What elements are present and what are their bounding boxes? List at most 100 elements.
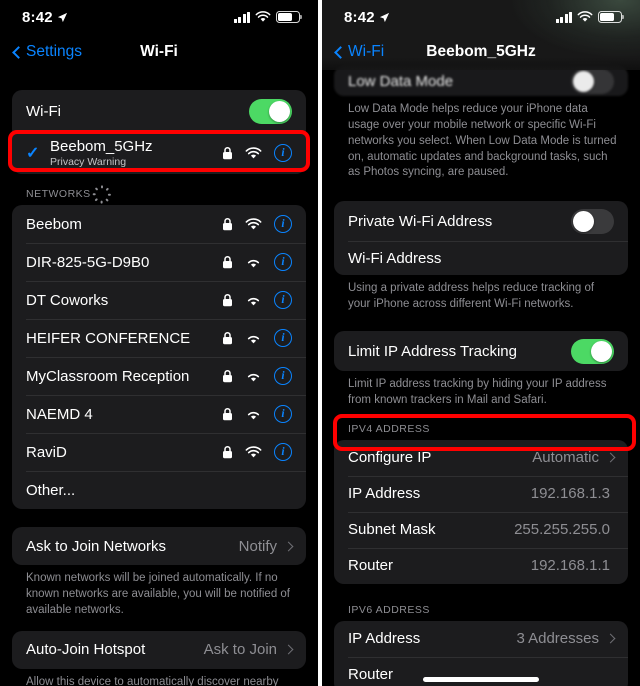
signal-bars-icon	[555, 11, 572, 23]
right-content: Low Data Mode Low Data Mode helps reduce…	[322, 66, 640, 686]
chevron-right-icon	[605, 633, 616, 644]
network-row[interactable]: Beebom i	[12, 205, 306, 243]
chevron-left-icon	[334, 45, 347, 59]
lock-icon	[223, 407, 232, 421]
ipv6-section-header: IPV6 ADDRESS	[348, 603, 430, 616]
left-phone-screen: 8:42 Settings Wi-Fi Wi-Fi ✓ Beebom_5GHz …	[0, 0, 318, 686]
back-to-settings-button[interactable]: Settings	[12, 43, 83, 61]
ipv4-row: Router 192.168.1.1	[334, 547, 628, 584]
ask-to-join-label: Ask to Join Networks	[26, 537, 167, 555]
signal-bars-icon	[233, 11, 250, 23]
ipv4-label: Subnet Mask	[348, 521, 436, 539]
chevron-right-icon	[283, 644, 294, 655]
info-circle-icon[interactable]: i	[274, 329, 292, 347]
private-wifi-address-row[interactable]: Private Wi-Fi Address	[334, 201, 628, 241]
wifi-toggle-row[interactable]: Wi-Fi	[12, 90, 306, 132]
ipv4-value: 192.168.1.3	[530, 485, 610, 503]
network-row[interactable]: DIR-825-5G-D9B0 i	[12, 243, 306, 281]
auto-join-hotspot-group: Auto-Join Hotspot Ask to Join	[12, 630, 306, 669]
info-circle-icon[interactable]: i	[274, 367, 292, 385]
limit-ip-tracking-toggle[interactable]	[571, 338, 614, 364]
right-phone-screen: 8:42 Wi-Fi Beebom_5GHz Low Data Mode Low…	[322, 0, 640, 686]
ask-to-join-footnote: Known networks will be joined automatica…	[26, 572, 291, 616]
network-row[interactable]: DT Coworks i	[12, 281, 306, 319]
low-data-mode-label: Low Data Mode	[348, 72, 454, 90]
network-row[interactable]: HEIFER CONFERENCE i	[12, 319, 306, 357]
auto-join-hotspot-value: Ask to Join	[203, 641, 277, 659]
network-name: DT Coworks	[26, 291, 109, 309]
network-row-icons: i	[222, 443, 292, 461]
network-row-icons: i	[222, 253, 292, 271]
ipv4-section-header: IPV4 ADDRESS	[348, 422, 430, 435]
wifi-icon	[247, 411, 260, 419]
wifi-icon	[247, 259, 260, 267]
back-button-label: Settings	[26, 43, 83, 60]
chevron-right-icon	[283, 541, 294, 551]
networks-header-label: NETWORKS	[26, 188, 91, 200]
connected-network-row[interactable]: ✓ Beebom_5GHz Privacy Warning i	[12, 132, 306, 174]
wifi-toggle-switch[interactable]	[249, 98, 292, 124]
info-circle-icon[interactable]: i	[274, 144, 292, 162]
left-content: Wi-Fi ✓ Beebom_5GHz Privacy Warning i NE…	[0, 70, 318, 686]
nav-bar-left: Settings Wi-Fi	[0, 34, 318, 70]
low-data-mode-row[interactable]: Low Data Mode	[334, 66, 628, 96]
private-wifi-address-toggle[interactable]	[571, 208, 614, 234]
home-indicator[interactable]	[423, 677, 539, 682]
lock-icon	[223, 331, 232, 345]
network-row[interactable]: MyClassroom Reception i	[12, 357, 306, 395]
network-name: HEIFER CONFERENCE	[26, 329, 191, 347]
low-data-mode-footnote: Low Data Mode helps reduce your iPhone d…	[348, 103, 617, 179]
info-circle-icon[interactable]: i	[274, 405, 292, 423]
ipv4-value: 192.168.1.1	[530, 557, 610, 575]
lock-icon	[223, 445, 232, 459]
ask-to-join-value: Notify	[238, 537, 277, 555]
chevron-left-icon	[12, 45, 25, 59]
status-time-right-text: 8:42	[344, 8, 375, 26]
location-arrow-icon	[379, 12, 389, 22]
wifi-toggle-label: Wi-Fi	[26, 102, 61, 120]
wifi-group: Wi-Fi ✓ Beebom_5GHz Privacy Warning i	[12, 90, 306, 174]
ipv4-row[interactable]: Configure IP Automatic	[334, 440, 628, 476]
low-data-mode-toggle[interactable]	[571, 68, 614, 94]
other-network-label: Other...	[26, 481, 76, 499]
info-circle-icon[interactable]: i	[274, 291, 292, 309]
screenshot-stage: 8:42 Settings Wi-Fi Wi-Fi ✓ Beebom_5GHz …	[0, 0, 640, 686]
ipv4-address-list: Configure IP Automatic IP Address 192.168.1…	[334, 439, 628, 584]
info-circle-icon[interactable]: i	[274, 215, 292, 233]
ipv4-row: IP Address 192.168.1.3	[334, 475, 628, 512]
status-indicators-right	[555, 11, 625, 23]
status-time-left-text: 8:42	[22, 8, 53, 26]
connected-network-text: Beebom_5GHz Privacy Warning	[50, 138, 222, 168]
chevron-right-icon	[605, 452, 616, 463]
status-time-left: 8:42	[22, 9, 68, 26]
wifi-icon	[255, 11, 271, 22]
auto-join-hotspot-footnote: Allow this device to automatically disco…	[26, 675, 279, 686]
ask-to-join-group: Ask to Join Networks Notify	[12, 527, 306, 565]
wifi-icon	[577, 11, 593, 22]
info-circle-icon[interactable]: i	[274, 443, 292, 461]
back-button-label: Wi-Fi	[348, 43, 385, 60]
limit-ip-tracking-label: Limit IP Address Tracking	[348, 342, 517, 360]
wifi-icon	[245, 146, 262, 158]
ask-to-join-row[interactable]: Ask to Join Networks Notify	[12, 527, 306, 565]
network-row-icons: i	[222, 291, 292, 309]
connected-network-icons: i	[222, 144, 292, 162]
status-bar-right: 8:42	[322, 0, 640, 34]
limit-ip-tracking-footnote: Limit IP address tracking by hiding your…	[348, 378, 607, 406]
ipv4-value: Automatic	[532, 449, 599, 467]
limit-ip-tracking-row[interactable]: Limit IP Address Tracking	[334, 331, 628, 371]
ipv6-label: IP Address	[348, 630, 421, 648]
network-row[interactable]: RaviD i	[12, 433, 306, 471]
connected-network-subtitle: Privacy Warning	[50, 156, 127, 168]
other-network-row[interactable]: Other...	[12, 471, 306, 509]
nav-bar-right: Wi-Fi Beebom_5GHz	[322, 34, 640, 70]
network-row[interactable]: NAEMD 4 i	[12, 395, 306, 433]
checkmark-icon: ✓	[26, 145, 40, 162]
back-to-wifi-button[interactable]: Wi-Fi	[334, 43, 385, 61]
auto-join-hotspot-row[interactable]: Auto-Join Hotspot Ask to Join	[12, 631, 306, 669]
ipv6-value: 3 Addresses	[516, 630, 599, 648]
low-data-mode-group: Low Data Mode	[334, 66, 628, 96]
ipv6-row[interactable]: IP Address 3 Addresses	[334, 621, 628, 657]
lock-icon	[223, 369, 232, 383]
info-circle-icon[interactable]: i	[274, 253, 292, 271]
